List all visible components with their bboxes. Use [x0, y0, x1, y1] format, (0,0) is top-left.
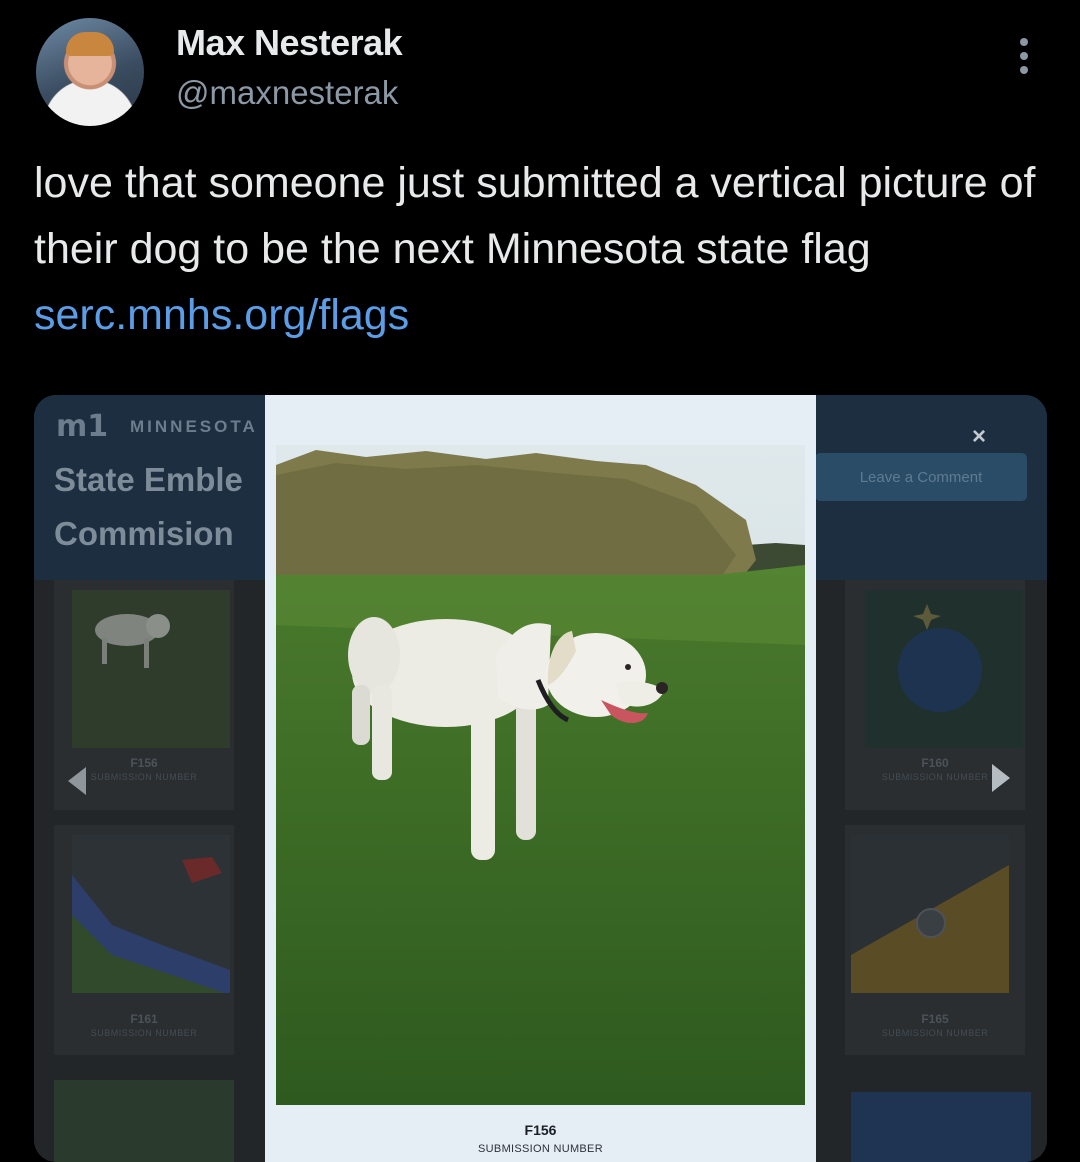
site-title: State Emble Commision: [54, 461, 243, 552]
submission-number: F161: [130, 1012, 158, 1026]
submission-thumbnail: [72, 590, 230, 748]
modal-submission-label: SUBMISSION NUMBER: [478, 1143, 603, 1155]
submission-card-f165[interactable]: F165 SUBMISSION NUMBER: [845, 825, 1025, 1055]
submission-thumbnail: [851, 835, 1009, 993]
flag-thumbnail-image: [72, 857, 230, 993]
modal-submission-number: F156: [524, 1122, 557, 1138]
avatar-hair: [66, 32, 114, 56]
dog-thumbnail-image: [95, 614, 170, 668]
tweet-body: love that someone just submitted a verti…: [34, 159, 1036, 273]
flag-thumbnail-image: [898, 604, 982, 712]
site-brand: MINNESOTA: [130, 417, 258, 436]
author-handle[interactable]: @maxnesterak: [176, 74, 398, 112]
leave-comment-button[interactable]: Leave a Comment: [815, 453, 1027, 501]
close-icon[interactable]: ×: [972, 423, 986, 451]
submission-label: SUBMISSION NUMBER: [90, 1028, 198, 1038]
avatar[interactable]: [36, 18, 144, 126]
arrow-right-icon[interactable]: [992, 764, 1010, 792]
tweet-text: love that someone just submitted a verti…: [34, 150, 1044, 348]
site-logo: m1: [56, 409, 109, 444]
author-name[interactable]: Max Nesterak: [176, 22, 403, 64]
more-icon[interactable]: [1013, 38, 1035, 82]
arrow-left-icon[interactable]: [68, 767, 86, 795]
submission-card-partial-right[interactable]: [851, 1092, 1031, 1162]
submission-card-partial-left[interactable]: [54, 1080, 234, 1162]
submission-modal: F156 SUBMISSION NUMBER: [265, 395, 816, 1162]
submission-thumbnail: [865, 590, 1023, 748]
submission-label: SUBMISSION NUMBER: [881, 1028, 989, 1038]
tweet-link[interactable]: serc.mnhs.org/flags: [34, 291, 409, 339]
submission-thumbnail: [72, 835, 230, 993]
dog-photo-image: [276, 445, 805, 1105]
dog-photo: [276, 445, 805, 1105]
submission-number: F165: [921, 1012, 949, 1026]
flag-thumbnail-image: [851, 865, 1009, 993]
submission-card-f161[interactable]: F161 SUBMISSION NUMBER: [54, 825, 234, 1055]
